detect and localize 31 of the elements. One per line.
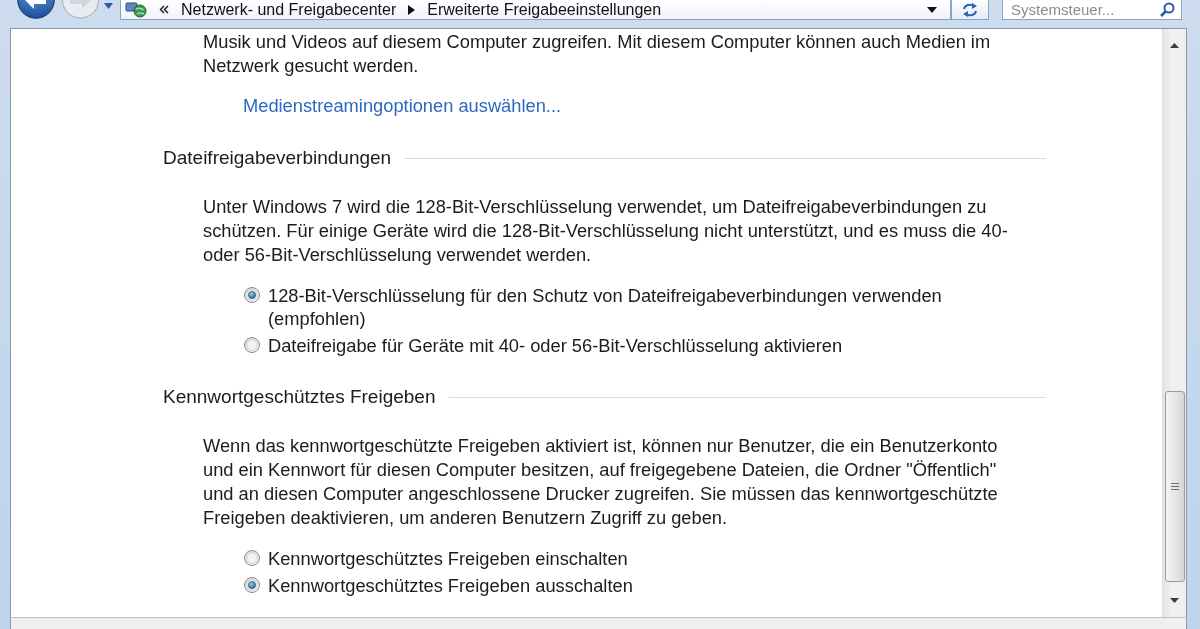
breadcrumb-arrow-icon[interactable] xyxy=(408,4,416,15)
section-heading: Dateifreigabeverbindungen xyxy=(163,146,392,170)
double-chevron-icon[interactable] xyxy=(159,5,169,14)
network-icon xyxy=(125,1,147,18)
grip-icon xyxy=(1170,483,1179,490)
radio-option[interactable]: Dateifreigabe für Geräte mit 40- oder 56-Bit-Verschlüsselung aktivieren xyxy=(244,334,1028,357)
radio-icon[interactable] xyxy=(244,577,260,593)
scroll-up-arrow-icon[interactable] xyxy=(1170,42,1179,48)
breadcrumb-item[interactable]: Netzwerk- und Freigabecenter xyxy=(181,0,397,19)
intro-text: Musik und Videos auf diesem Computer zugreifen. Mit diesem Computer können auch Medien im Netzwerk gesucht werden. xyxy=(203,30,992,78)
radio-option[interactable]: Kennwortgeschütztes Freigeben ausschalten xyxy=(244,574,1028,597)
back-arrow-icon[interactable] xyxy=(17,0,55,19)
radio-icon[interactable] xyxy=(244,287,260,303)
radio-icon[interactable] xyxy=(244,550,260,566)
radio-icon[interactable] xyxy=(244,337,260,353)
media-streaming-link[interactable]: Medienstreamingoptionen auswählen... xyxy=(243,94,562,118)
search-field[interactable]: Systemsteuer... xyxy=(1002,0,1182,20)
address-bar[interactable]: Netzwerk- und Freigabecenter Erweiterte Freigabeeinstellungen xyxy=(120,0,951,20)
breadcrumb-item[interactable]: Erweiterte Freigabeeinstellungen xyxy=(427,0,662,19)
refresh-icon xyxy=(961,2,979,17)
section-heading: Kennwortgeschütztes Freigeben xyxy=(163,385,436,409)
radio-option[interactable]: Kennwortgeschütztes Freigeben einschalten xyxy=(244,547,1028,570)
refresh-button[interactable] xyxy=(951,0,989,20)
section-description: Unter Windows 7 wird die 128-Bit-Verschlüsselung verwendet, um Dateifreigabeverbindungen zu schützen. Für einige Geräte wird die 128-Bit-Verschlüsselung nicht unterstützt, und es muss die 40- oder 56-Bit-Verschlüsselung verwendet werden. xyxy=(203,195,1009,267)
search-icon[interactable] xyxy=(1160,2,1175,17)
scrollbar-thumb[interactable] xyxy=(1164,391,1185,582)
radio-option[interactable]: 128-Bit-Verschlüsselung für den Schutz von Dateifreigabeverbindungen verwenden (empfohlen) xyxy=(244,284,1028,330)
scroll-down-arrow-icon[interactable] xyxy=(1170,597,1179,603)
section-description: Wenn das kennwortgeschützte Freigeben aktiviert ist, können nur Benutzer, die ein Benutzerkonto und ein Kennwort für diesen Computer besitzen, auf freigegebene Dateien, die Ordner "Öffentlich" und an diesen Computer angeschlossene Drucker zugreifen. Sie müssen das kennwortgeschützte Freigeben deaktivieren, um anderen Benutzern Zugriff zu geben. xyxy=(203,434,999,530)
vertical-scrollbar[interactable] xyxy=(1162,29,1186,617)
dropdown-caret-icon[interactable] xyxy=(927,6,937,13)
